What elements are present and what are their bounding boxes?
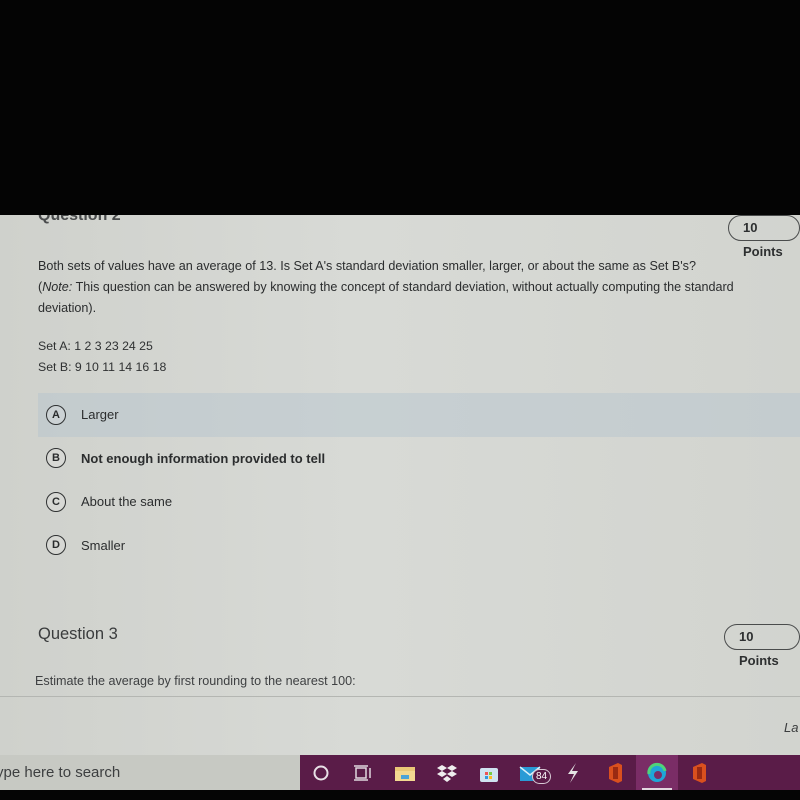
option-letter-circle: C [46,491,66,512]
option-letter-circle: A [46,404,66,425]
black-bezel-bottom [0,790,800,800]
note-label: Note: [42,280,73,294]
file-explorer-icon[interactable] [384,755,426,790]
taskbar-search-box[interactable]: ype here to search [0,755,300,790]
question-3-text: Estimate the average by first rounding t… [35,674,356,688]
question-2-sets: Set A: 1 2 3 23 24 25 Set B: 9 10 11 14 … [38,336,166,378]
windows-taskbar: ype here to search 84 [0,755,800,790]
black-bezel-area [0,0,800,215]
option-letter-circle: B [46,448,66,469]
mail-icon[interactable]: 84 [510,755,552,790]
power-automate-icon[interactable] [552,755,594,790]
quiz-page: Question 2 10 Points Both sets of values… [0,215,800,755]
cortana-icon[interactable] [300,755,342,790]
divider [0,696,800,697]
set-b: Set B: 9 10 11 14 16 18 [38,360,167,374]
option-label: About the same [81,494,173,510]
option-a[interactable]: A Larger [38,393,800,437]
set-a: Set A: 1 2 3 23 24 25 [38,339,153,353]
answer-options: A Larger B Not enough information provid… [38,393,800,567]
question-2-points-badge: 10 Points [728,215,800,259]
office-icon-2[interactable] [678,755,720,790]
microsoft-store-icon[interactable] [468,755,510,790]
option-d[interactable]: D Smaller [38,524,800,568]
question-2-text: Both sets of values have an average of 1… [38,256,788,319]
question-3-title: Question 3 [38,625,118,643]
option-b[interactable]: B Not enough information provided to tel… [38,437,800,481]
question-2-title: Question 2 [38,215,121,224]
option-label: Larger [81,407,119,423]
search-placeholder: ype here to search [0,764,121,781]
mail-unread-badge: 84 [532,769,552,784]
question-3-points-badge: 10 Points [724,624,800,668]
question-2-note: (Note: This question can be answered by … [38,280,734,315]
office-icon[interactable] [594,755,636,790]
option-c[interactable]: C About the same [38,480,800,524]
option-label: Not enough information provided to tell [81,450,326,466]
dropbox-icon[interactable] [426,755,468,790]
taskbar-apps: 84 [300,755,800,790]
edge-icon[interactable] [636,755,678,790]
option-label: Smaller [81,537,126,553]
option-letter-circle: D [46,535,66,556]
task-view-icon[interactable] [342,755,384,790]
question-2-prompt: Both sets of values have an average of 1… [38,259,696,273]
truncated-link[interactable]: La [784,720,798,735]
